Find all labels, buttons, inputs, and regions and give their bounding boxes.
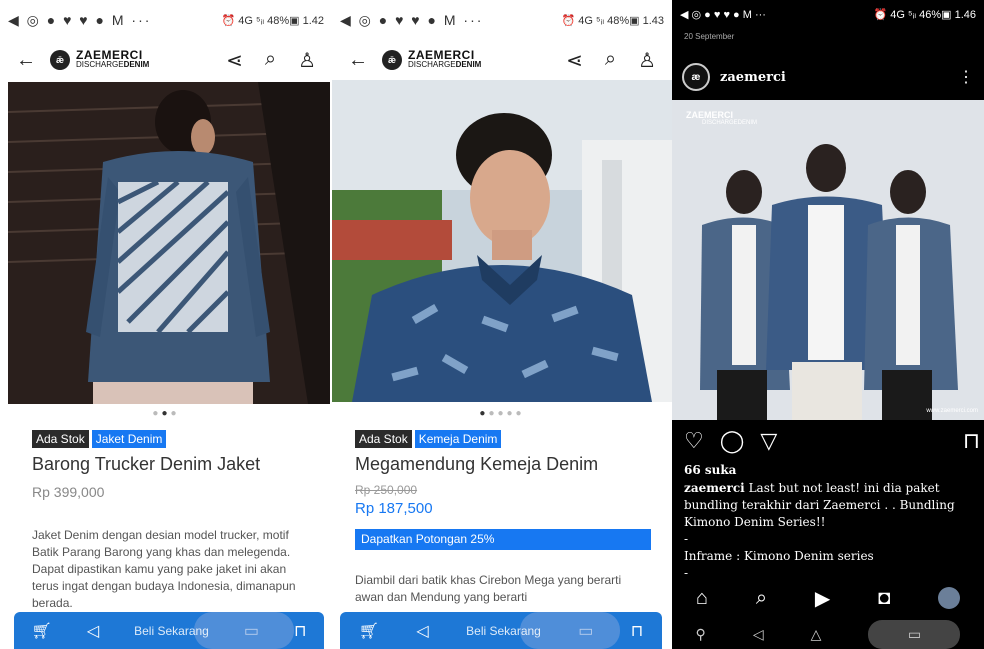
like-count[interactable]: 66 suka [684,462,976,479]
original-price: Rp 250,000 [355,483,418,497]
brand-name: ZAEMERCI [76,48,143,62]
app-bar: ← ǣ ZAEMERCI DISCHARGEDENIM ⋖ ⌕ ♙ [0,40,332,80]
save-bookmark-icon[interactable]: ⊓ [963,428,980,454]
carousel-dots[interactable]: ●●● [0,408,332,419]
account-icon[interactable]: ♙ [298,48,316,73]
stock-badge: Ada Stok [355,430,412,448]
heart-icon[interactable]: ♡ [684,428,704,454]
location-icon: ⚲ [695,626,706,642]
photo-watermark: ZAEMERCI [686,110,733,120]
status-right: ⏰ 4G ⁵ᵢₗ 48%▣ 1.43 [561,14,664,27]
screenshot-panel-2: ◀ ◎ ● ♥ ♥ ● M ··· ⏰ 4G ⁵ᵢₗ 48%▣ 1.43 ← ǣ… [332,0,672,649]
category-tag[interactable]: Jaket Denim [91,430,167,448]
status-icons: ◀ ◎ ● ♥ ♥ ● M ··· [340,11,484,28]
status-right: ⏰ 4G ⁵ᵢₗ 48%▣ 1.42 [221,14,324,27]
post-header: æ zaemerci ⋮ [672,60,984,94]
product-description: Jaket Denim dengan desian model trucker,… [32,528,296,610]
nav-back-icon[interactable]: ◁ [87,621,99,641]
reels-icon[interactable]: ▶ [815,586,830,611]
screenshot-panel-3: ◀ ◎ ● ♥ ♥ ● M ··· ⏰ 4G ⁵ᵢₗ 46%▣ 1.46 20 … [672,0,984,649]
nav-back-icon[interactable]: ◁ [753,626,764,643]
cart-icon[interactable]: 🛒︎ [359,621,379,641]
status-bar: ◀ ◎ ● ♥ ♥ ● M ··· ⏰ 4G ⁵ᵢₗ 46%▣ 1.46 [672,0,984,28]
discount-banner: Dapatkan Potongan 25% [355,529,651,550]
product-photo[interactable] [8,82,330,404]
bottom-action-bar: 🛒︎ ◁ Beli Sekarang ▭ ⊓ [340,612,662,649]
shop-icon[interactable]: ◘ [878,587,890,610]
brand-tagline: DISCHARGE [408,60,456,69]
back-arrow-icon[interactable]: ← [16,49,38,72]
send-icon[interactable]: ▽ [760,428,777,454]
profile-avatar[interactable] [938,587,961,609]
nav-back-icon[interactable]: ◁ [416,621,428,641]
post-photo[interactable]: ZAEMERCI DISCHARGEDENIM www.zaemerci.com [672,100,984,420]
product-tags: Ada Stok Jaket Denim [32,430,167,448]
product-price: Rp 399,000 [32,484,105,500]
bottom-tab-bar: ⌂ ⌕ ▶ ◘ [672,580,984,616]
product-title: Megamendung Kemeja Denim [355,454,599,474]
brand-tagline: DISCHARGE [76,60,124,69]
nav-home-icon[interactable]: △ [811,626,822,643]
brand-mark-icon: ǣ [50,50,70,70]
status-right: ⏰ 4G ⁵ᵢₗ 46%▣ 1.46 [873,8,976,21]
share-icon[interactable]: ⋖ [226,48,243,73]
post-username[interactable]: zaemerci [720,70,786,85]
gesture-pill [194,612,294,649]
search-icon[interactable]: ⌕ [756,587,767,610]
photo-watermark-sub: DISCHARGEDENIM [702,120,758,126]
status-bar: ◀ ◎ ● ♥ ♥ ● M ··· ⏰ 4G ⁵ᵢₗ 48%▣ 1.42 [0,0,332,40]
status-bar: ◀ ◎ ● ♥ ♥ ● M ··· ⏰ 4G ⁵ᵢₗ 48%▣ 1.43 [332,0,672,40]
product-photo[interactable] [332,80,672,402]
more-options-icon[interactable]: ⋮ [958,67,974,87]
post-actions: ♡ ◯ ▽ ⊓ [684,428,980,454]
stock-badge: Ada Stok [32,430,89,448]
comment-icon[interactable]: ◯ [720,428,745,454]
brand-mark-icon: ǣ [382,50,402,70]
back-arrow-icon[interactable]: ← [348,49,370,72]
nav-recents-icon[interactable]: ▭ [868,620,961,649]
category-tag[interactable]: Kemeja Denim [414,430,502,448]
caption-username[interactable]: zaemerci [684,481,745,495]
search-icon[interactable]: ⌕ [605,48,616,73]
brand-tagline-bold: DENIM [455,60,482,69]
carousel-dots[interactable]: ●●●●● [332,408,672,419]
caption-inframe: Inframe : Kimono Denim series [684,549,874,563]
bookmark-icon[interactable]: ⊓ [631,621,643,641]
buy-now-button[interactable]: Beli Sekarang [466,624,541,638]
system-nav-bar: ⚲ ◁ △ ▭ [672,620,984,649]
discount-price: Rp 187,500 [355,500,433,517]
home-icon[interactable]: ⌂ [696,587,708,610]
post-date: 20 September [684,32,735,41]
product-description: Diambil dari batik khas Cirebon Mega yan… [355,573,622,604]
bookmark-icon[interactable]: ⊓ [294,621,306,641]
account-icon[interactable]: ♙ [638,48,656,73]
post-caption: zaemerci Last but not least! ini dia pak… [684,480,976,582]
brand-name: ZAEMERCI [408,48,475,62]
status-icons: ◀ ◎ ● ♥ ♥ ● M ··· [8,11,152,28]
brand-logo[interactable]: ǣ ZAEMERCI DISCHARGEDENIM [50,48,150,70]
screenshot-panel-1: ◀ ◎ ● ♥ ♥ ● M ··· ⏰ 4G ⁵ᵢₗ 48%▣ 1.42 ← ǣ… [0,0,332,649]
status-icons: ◀ ◎ ● ♥ ♥ ● M ··· [680,8,766,21]
carousel-dot-active: ● [161,408,171,419]
product-tags: Ada Stok Kemeja Denim [355,430,502,448]
brand-tagline-bold: DENIM [123,60,150,69]
bottom-action-bar: 🛒︎ ◁ Beli Sekarang ▭ ⊓ [14,612,324,649]
brand-logo[interactable]: ǣ ZAEMERCI DISCHARGEDENIM [382,48,482,70]
buy-now-button[interactable]: Beli Sekarang [134,624,209,638]
photo-url: www.zaemerci.com [926,408,978,414]
app-bar: ← ǣ ZAEMERCI DISCHARGEDENIM ⋖ ⌕ ♙ [332,40,672,80]
product-title: Barong Trucker Denim Jaket [32,454,261,474]
search-icon[interactable]: ⌕ [265,48,276,73]
avatar[interactable]: æ [682,63,710,91]
cart-icon[interactable]: 🛒︎ [32,621,52,641]
share-icon[interactable]: ⋖ [566,48,583,73]
